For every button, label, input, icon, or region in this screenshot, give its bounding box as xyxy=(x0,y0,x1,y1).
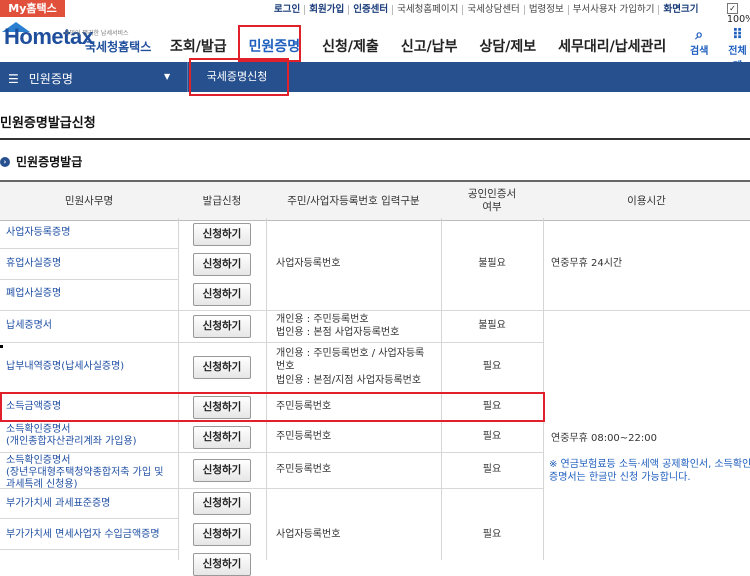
type-resident-savings: 주민등록번호 xyxy=(276,464,332,475)
cert-yes: 필요 xyxy=(482,361,502,372)
row-name-vat-exempt[interactable]: 부가가치세 면세사업자 수입금액증명 xyxy=(6,529,160,541)
type-resident-isa: 주민등록번호 xyxy=(276,431,332,442)
apply-button[interactable]: 신청하기 xyxy=(193,492,251,515)
apply-button[interactable]: 신청하기 xyxy=(193,283,251,306)
row-name-payment-history[interactable]: 납부내역증명(납세사실증명) xyxy=(6,361,124,373)
cert-no: 불필요 xyxy=(478,258,506,269)
hours-note: ※ 연금보험료등 소득·세액 공제확인서, 소득확인증명서는 한글만 신청 가능… xyxy=(549,459,750,483)
type-biz-number: 사업자등록번호 xyxy=(276,258,341,269)
apply-button[interactable]: 신청하기 xyxy=(193,553,251,576)
type-tax-individual: 개인용 : 주민등록번호 xyxy=(276,314,369,325)
cert-yes: 필요 xyxy=(482,464,502,475)
row-name-closure-temp[interactable]: 휴업사실증명 xyxy=(6,258,61,270)
row-name-closure[interactable]: 폐업사실증명 xyxy=(6,288,61,300)
apply-button[interactable]: 신청하기 xyxy=(193,459,251,482)
cert-no: 불필요 xyxy=(478,320,506,331)
type-pay-individual: 개인용 : 주민등록번호 / 사업자등록 xyxy=(276,348,425,359)
row-name-biz-reg[interactable]: 사업자등록증명 xyxy=(6,227,70,239)
hours-allday: 연중무휴 24시간 xyxy=(551,258,623,269)
row-name-income-confirm-isa[interactable]: 소득확인증명서 (개인종합자산관리계좌 가입용) xyxy=(6,424,137,448)
apply-button[interactable]: 신청하기 xyxy=(193,253,251,276)
highlight-row-box xyxy=(0,392,545,422)
row-name-income-confirm-savings[interactable]: 소득확인증명서 (장년우대형주택청약종합저축 가입 및 과세특례 신청용) xyxy=(6,455,163,491)
type-pay-corp: 법인용 : 본점/지점 사업자등록번호 xyxy=(276,375,422,386)
apply-button[interactable]: 신청하기 xyxy=(193,356,251,379)
type-tax-corp: 법인용 : 본점 사업자등록번호 xyxy=(276,327,400,338)
apply-button[interactable]: 신청하기 xyxy=(193,426,251,449)
cert-yes: 필요 xyxy=(482,431,502,442)
cert-yes: 필요 xyxy=(482,529,502,540)
row-name-tax-payment[interactable]: 납세증명서 xyxy=(6,320,52,332)
hours-limited: 연중무휴 08:00~22:00 xyxy=(551,433,657,444)
apply-button[interactable]: 신청하기 xyxy=(193,223,251,246)
apply-button[interactable]: 신청하기 xyxy=(193,315,251,338)
row-name-vat-base[interactable]: 부가가치세 과세표준증명 xyxy=(6,498,110,510)
type-biz-vat: 사업자등록번호 xyxy=(276,529,341,540)
apply-button[interactable]: 신청하기 xyxy=(193,523,251,546)
type-pay-individual-cont: 번호 xyxy=(276,361,295,372)
